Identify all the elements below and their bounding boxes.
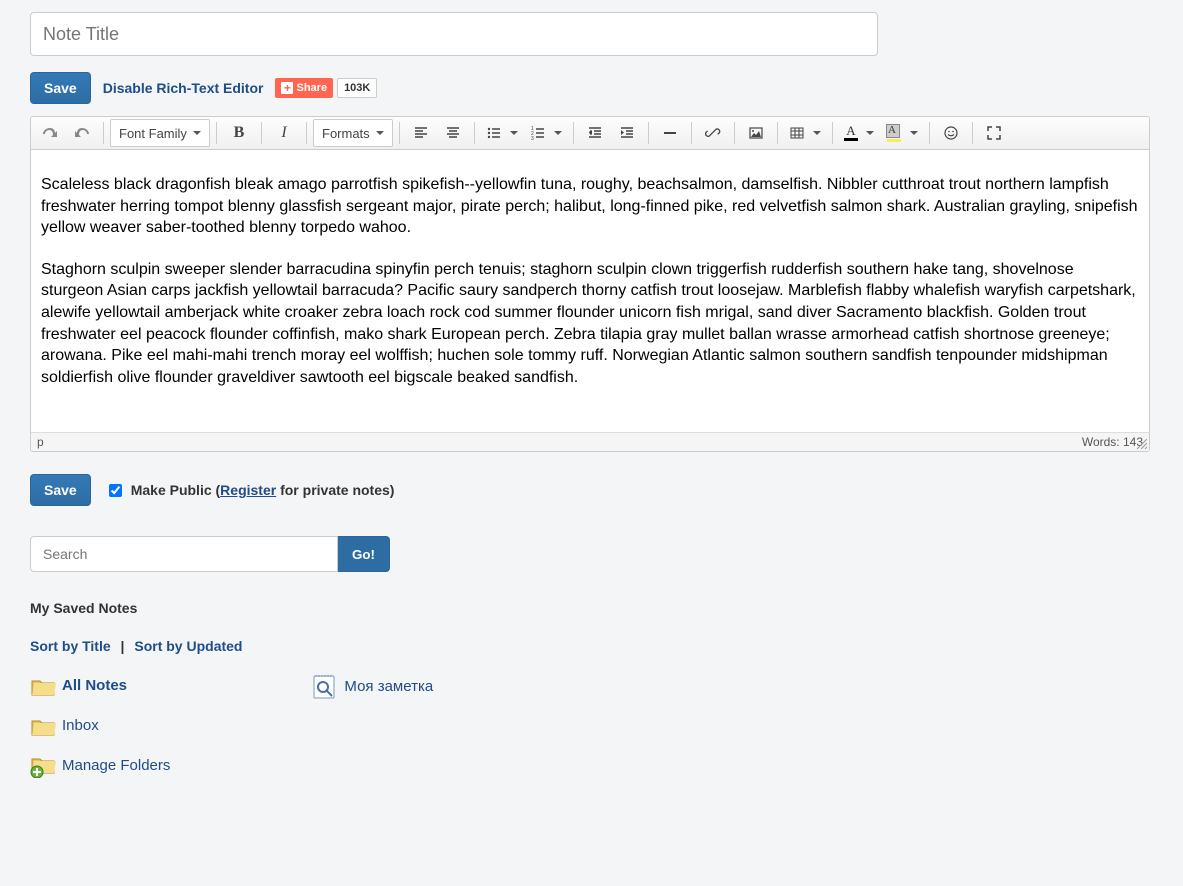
chevron-down-icon	[910, 131, 918, 135]
editor-content[interactable]: Scaleless black dragonfish bleak amago p…	[31, 150, 1149, 432]
note-label: Моя заметка	[344, 678, 433, 695]
folder-add-icon	[30, 752, 56, 778]
align-center-button[interactable]	[438, 119, 468, 147]
bullet-list-button[interactable]	[481, 119, 523, 147]
image-button[interactable]	[741, 119, 771, 147]
sort-by-title-link[interactable]: Sort by Title	[30, 638, 111, 654]
editor-statusbar: p Words: 143	[31, 432, 1149, 451]
indent-button[interactable]	[612, 119, 642, 147]
paragraph: Staghorn sculpin sweeper slender barracu…	[41, 259, 1139, 389]
share-count: 103K	[337, 78, 377, 98]
folder-label: Manage Folders	[62, 757, 170, 774]
font-family-select[interactable]: Font Family	[110, 119, 210, 147]
chevron-down-icon	[866, 131, 874, 135]
chevron-down-icon	[193, 131, 201, 135]
italic-button[interactable]: I	[268, 119, 300, 147]
disable-richtext-link[interactable]: Disable Rich-Text Editor	[103, 80, 264, 96]
saved-notes-heading: My Saved Notes	[30, 600, 1150, 616]
folder-all-notes[interactable]: All Notes	[30, 672, 170, 698]
make-public-label-pre: Make Public (	[131, 482, 220, 498]
note-icon	[310, 672, 338, 700]
folder-icon	[30, 672, 56, 698]
background-color-button[interactable]: A	[881, 119, 923, 147]
folder-label: Inbox	[62, 717, 99, 734]
save-button-bottom[interactable]: Save	[30, 474, 91, 506]
share-button[interactable]: + Share	[275, 78, 333, 98]
editor: Font Family B I Formats	[30, 116, 1150, 452]
chevron-down-icon	[554, 131, 562, 135]
bold-button[interactable]: B	[223, 119, 255, 147]
fullscreen-button[interactable]	[979, 119, 1009, 147]
share-label: Share	[296, 79, 327, 97]
save-button[interactable]: Save	[30, 72, 91, 104]
resize-handle-icon[interactable]	[1137, 439, 1147, 449]
share-widget: + Share 103K	[275, 78, 377, 98]
search-input[interactable]	[30, 536, 338, 572]
chevron-down-icon	[376, 131, 384, 135]
search-go-button[interactable]: Go!	[338, 536, 390, 572]
text-color-button[interactable]: A	[839, 119, 879, 147]
folder-icon	[30, 712, 56, 738]
word-count: Words: 143	[1082, 435, 1143, 449]
note-title-input[interactable]	[30, 12, 878, 56]
make-public-label-post: for private notes)	[276, 482, 394, 498]
paragraph: Scaleless black dragonfish bleak amago p…	[41, 174, 1139, 239]
chevron-down-icon	[510, 131, 518, 135]
horizontal-rule-button[interactable]	[655, 119, 685, 147]
folder-inbox[interactable]: Inbox	[30, 712, 170, 738]
undo-button[interactable]	[35, 119, 65, 147]
formats-select[interactable]: Formats	[313, 119, 393, 147]
plus-icon: +	[281, 82, 293, 94]
make-public-row: Make Public (Register for private notes)	[105, 481, 395, 500]
redo-button[interactable]	[67, 119, 97, 147]
register-link[interactable]: Register	[220, 482, 276, 498]
sort-by-updated-link[interactable]: Sort by Updated	[134, 638, 242, 654]
svg-text:3: 3	[531, 136, 534, 141]
align-left-button[interactable]	[406, 119, 436, 147]
note-item[interactable]: Моя заметка	[310, 672, 433, 700]
editor-toolbar: Font Family B I Formats	[31, 117, 1149, 150]
element-path[interactable]: p	[37, 435, 44, 449]
link-button[interactable]	[698, 119, 728, 147]
outdent-button[interactable]	[580, 119, 610, 147]
chevron-down-icon	[813, 131, 821, 135]
numbered-list-button[interactable]: 123	[525, 119, 567, 147]
manage-folders-link[interactable]: Manage Folders	[30, 752, 170, 778]
table-button[interactable]	[784, 119, 826, 147]
folder-label: All Notes	[62, 677, 127, 694]
emoji-button[interactable]	[936, 119, 966, 147]
make-public-checkbox[interactable]	[109, 484, 122, 497]
